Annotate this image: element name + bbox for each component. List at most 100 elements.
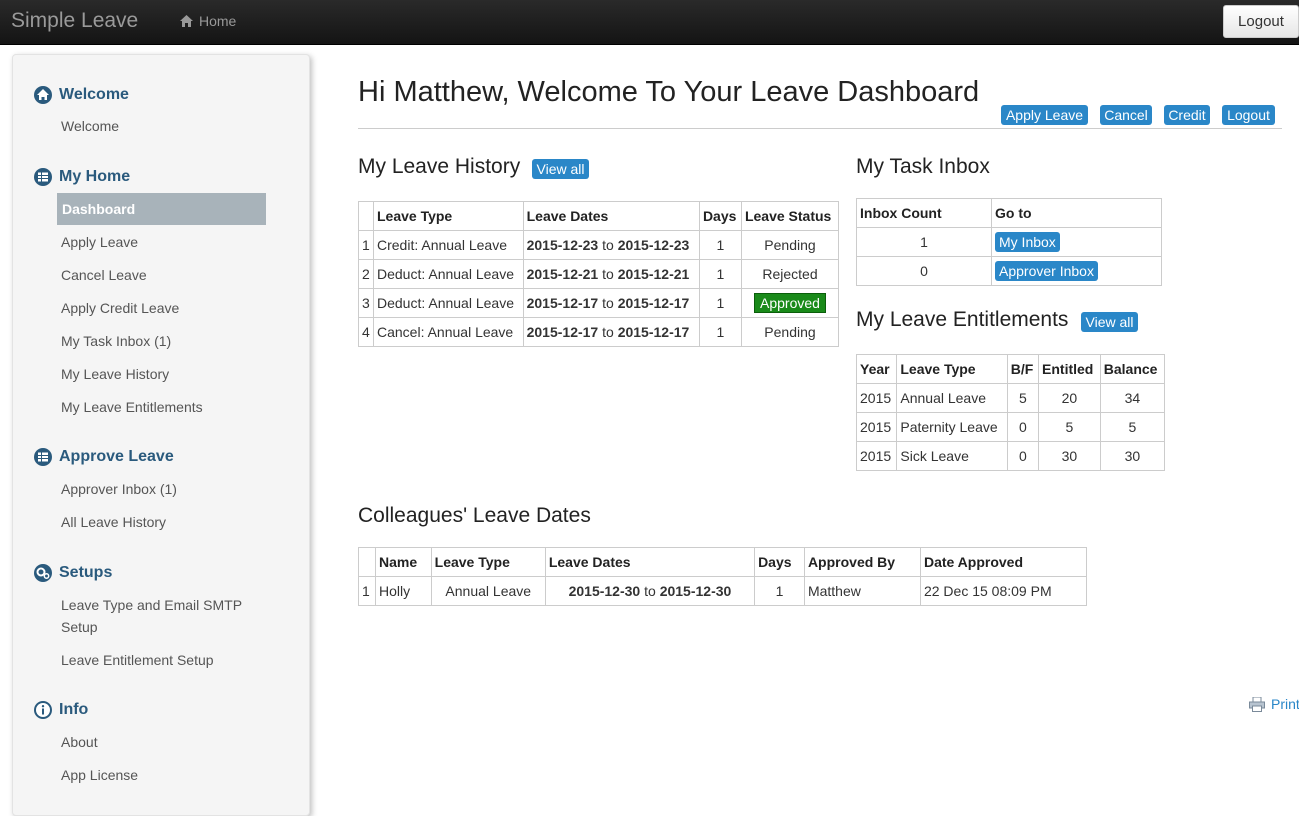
navbar-logout-button[interactable]: Logout (1223, 5, 1299, 38)
sidebar-item-leave-type-smtp-setup[interactable]: Leave Type and Email SMTP Setup (61, 594, 242, 638)
col-leave-type: Leave Type (896, 354, 1008, 384)
gears-circle-icon (34, 564, 52, 582)
print-link[interactable]: Print (1249, 696, 1299, 712)
entitled-cell: 5 (1038, 412, 1101, 442)
table-row[interactable]: 4 Cancel: Annual Leave 2015-12-17 to 201… (358, 317, 840, 347)
status-cell: Rejected (740, 259, 840, 289)
table-header-row: Year Leave Type B/F Entitled Balance (855, 354, 1166, 384)
col-entitled: Entitled (1038, 354, 1101, 384)
date-to: 2015-12-30 (659, 583, 732, 599)
date-to: 2015-12-17 (617, 324, 690, 340)
days-cell: 1 (698, 288, 742, 318)
sidebar-item-about[interactable]: About (61, 731, 98, 753)
col-leave-dates: Leave Dates (544, 547, 756, 577)
nav-header-label: My Home (59, 168, 131, 185)
balance-cell: 30 (1099, 441, 1166, 471)
logout-button[interactable]: Logout (1222, 105, 1275, 125)
approver-inbox-button[interactable]: Approver Inbox (995, 261, 1098, 281)
page-title: Hi Matthew, Welcome To Your Leave Dashbo… (358, 76, 980, 108)
table-row[interactable]: 3 Deduct: Annual Leave 2015-12-17 to 201… (358, 288, 840, 318)
task-inbox-title: My Task Inbox (856, 155, 990, 178)
leave-type-cell: Deduct: Annual Leave (373, 288, 524, 318)
col-days: Days (698, 201, 742, 231)
bf-cell: 0 (1006, 412, 1040, 442)
leave-dates-cell: 2015-12-17 to 2015-12-17 (522, 288, 700, 318)
sidebar-item-cancel-leave[interactable]: Cancel Leave (61, 264, 147, 286)
inbox-count-cell: 1 (856, 227, 992, 257)
home-label: Home (199, 13, 237, 29)
nav-header-my-home: My Home (33, 167, 130, 187)
top-navbar: Simple Leave Home Logout (0, 0, 1299, 45)
leave-dates-cell: 2015-12-30 to 2015-12-30 (544, 576, 756, 606)
sidebar-item-welcome[interactable]: Welcome (61, 115, 119, 137)
year-cell: 2015 (855, 441, 898, 471)
app-brand[interactable]: Simple Leave (11, 9, 138, 33)
status-badge-approved: Approved (754, 293, 826, 313)
entitlements-title: My Leave Entitlements (856, 308, 1069, 331)
days-cell: 1 (754, 576, 805, 606)
days-cell: 1 (698, 259, 742, 289)
sidebar-item-all-leave-history[interactable]: All Leave History (61, 511, 166, 533)
nav-header-label: Setups (59, 564, 113, 581)
credit-button[interactable]: Credit (1164, 105, 1210, 125)
go-to-cell: Approver Inbox (991, 256, 1162, 286)
leave-type-cell: Credit: Annual Leave (373, 230, 524, 260)
print-icon (1249, 696, 1265, 712)
col-inbox-count: Inbox Count (856, 198, 992, 228)
apply-leave-button[interactable]: Apply Leave (1001, 105, 1088, 125)
entitlements-view-all-button[interactable]: View all (1081, 312, 1138, 332)
sidebar-item-app-license[interactable]: App License (61, 764, 138, 786)
cancel-button[interactable]: Cancel (1100, 105, 1152, 125)
date-from: 2015-12-21 (526, 266, 599, 282)
date-from: 2015-12-23 (526, 237, 599, 253)
bf-cell: 5 (1006, 383, 1040, 413)
date-to: 2015-12-17 (617, 295, 690, 311)
leave-dates-cell: 2015-12-17 to 2015-12-17 (522, 317, 700, 347)
sidebar-item-leave-entitlement-setup[interactable]: Leave Entitlement Setup (61, 649, 214, 671)
col-bf: B/F (1006, 354, 1040, 384)
table-row: 2015 Annual Leave 5 20 34 (855, 383, 1166, 413)
year-cell: 2015 (855, 383, 898, 413)
entitled-cell: 30 (1038, 441, 1101, 471)
entitlements-table: Year Leave Type B/F Entitled Balance 201… (855, 354, 1166, 471)
home-circle-icon (34, 86, 52, 104)
colleagues-table: Name Leave Type Leave Dates Days Approve… (358, 547, 1088, 606)
home-link[interactable]: Home (180, 13, 236, 29)
title-divider (358, 128, 1282, 129)
sidebar-item-my-task-inbox[interactable]: My Task Inbox (1) (61, 330, 171, 352)
table-row: 2015 Sick Leave 0 30 30 (855, 441, 1166, 471)
col-index (358, 547, 376, 577)
leave-history-title: My Leave History (358, 155, 521, 178)
my-inbox-button[interactable]: My Inbox (995, 232, 1060, 252)
table-row: 1 My Inbox (856, 227, 1162, 257)
year-cell: 2015 (855, 412, 898, 442)
status-cell: Pending (740, 230, 840, 260)
days-cell: 1 (698, 230, 742, 260)
leave-type-cell: Deduct: Annual Leave (373, 259, 524, 289)
col-leave-dates: Leave Dates (522, 201, 700, 231)
col-name: Name (375, 547, 432, 577)
col-leave-type: Leave Type (373, 201, 524, 231)
date-approved-cell: 22 Dec 15 08:09 PM (919, 576, 1088, 606)
sidebar-item-my-leave-entitlements[interactable]: My Leave Entitlements (61, 396, 203, 418)
approved-by-cell: Matthew (803, 576, 921, 606)
date-from: 2015-12-17 (526, 324, 599, 340)
sidebar-item-my-leave-history[interactable]: My Leave History (61, 363, 169, 385)
go-to-cell: My Inbox (991, 227, 1162, 257)
sidebar-item-apply-leave[interactable]: Apply Leave (61, 231, 138, 253)
bf-cell: 0 (1006, 441, 1040, 471)
sidebar-item-apply-credit-leave[interactable]: Apply Credit Leave (61, 297, 179, 319)
leave-dates-cell: 2015-12-23 to 2015-12-23 (522, 230, 700, 260)
leave-dates-cell: 2015-12-21 to 2015-12-21 (522, 259, 700, 289)
sidebar-item-approver-inbox[interactable]: Approver Inbox (1) (61, 478, 177, 500)
table-row[interactable]: 2 Deduct: Annual Leave 2015-12-21 to 201… (358, 259, 840, 289)
table-row[interactable]: 1 Credit: Annual Leave 2015-12-23 to 201… (358, 230, 840, 260)
row-index: 1 (358, 576, 376, 606)
leave-type-cell: Cancel: Annual Leave (373, 317, 524, 347)
nav-header-info: Info (33, 700, 88, 720)
sidebar-item-dashboard[interactable]: Dashboard (57, 193, 266, 225)
leave-history-view-all-button[interactable]: View all (532, 159, 589, 179)
nav-header-approve-leave: Approve Leave (33, 447, 174, 467)
sidebar-item-label-line1: Leave Type and Email SMTP (61, 597, 243, 613)
list-circle-icon (34, 168, 52, 186)
